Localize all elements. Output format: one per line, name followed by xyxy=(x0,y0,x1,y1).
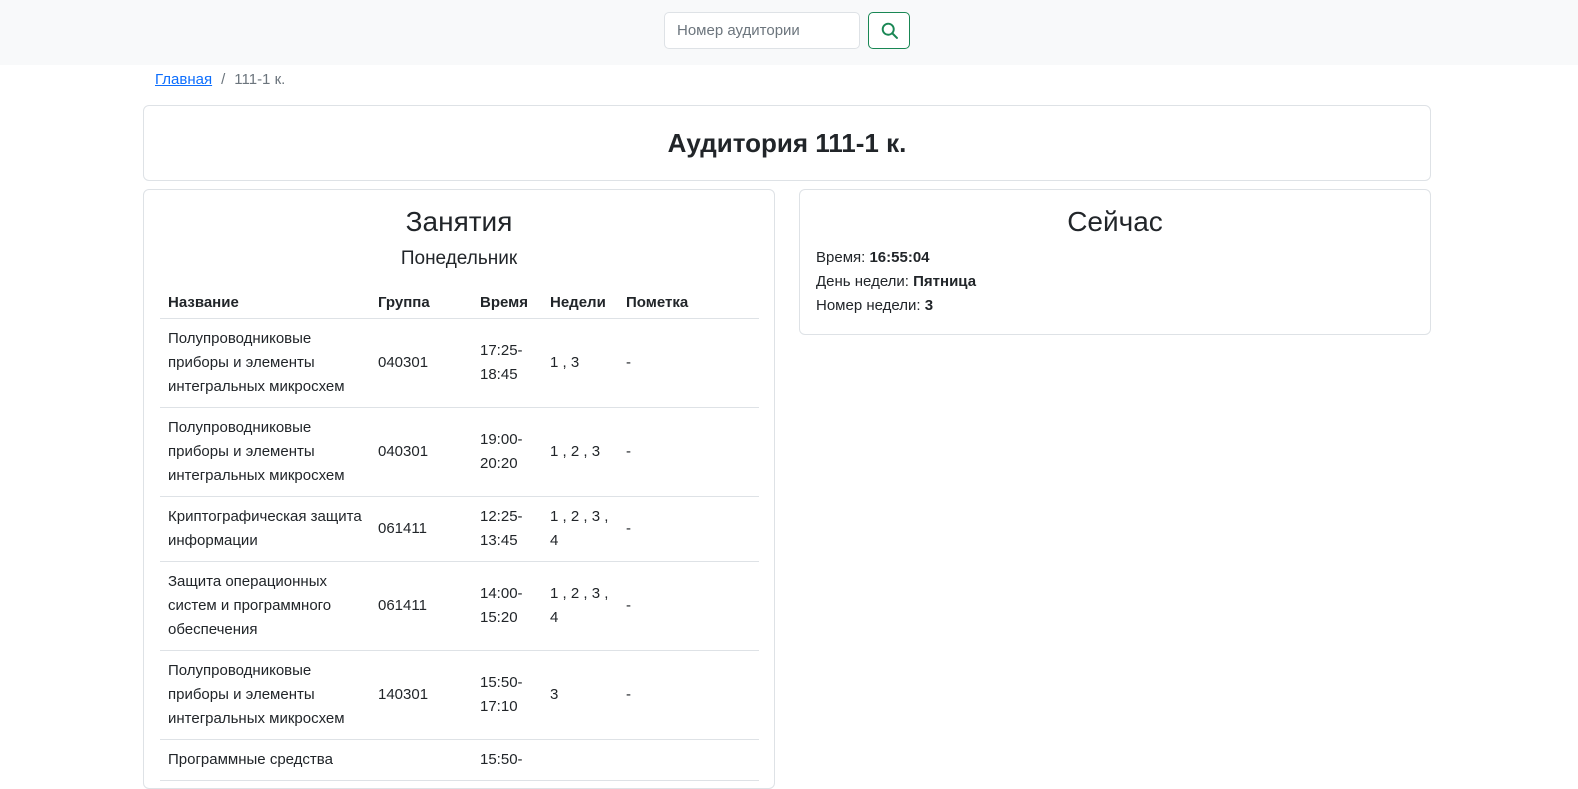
lesson-time: 19:00-20:20 xyxy=(472,407,542,497)
lesson-name: Полупроводниковые приборы и элементы инт… xyxy=(160,318,370,408)
column-header-note: Пометка xyxy=(618,286,759,319)
day-heading: Понедельник xyxy=(400,248,518,269)
top-navbar xyxy=(0,0,1578,65)
lessons-heading: Занятия xyxy=(405,206,513,237)
lesson-weeks: 1 , 2 , 3 xyxy=(542,407,618,497)
lesson-name: Полупроводниковые приборы и элементы инт… xyxy=(160,407,370,497)
lessons-card: Занятия Понедельник Название Группа Врем… xyxy=(143,189,775,789)
lesson-name: Криптографическая защита информации xyxy=(160,496,370,562)
lesson-time: 12:25-13:45 xyxy=(472,496,542,562)
column-header-time: Время xyxy=(472,286,542,319)
lesson-name: Защита операционных систем и программног… xyxy=(160,561,370,651)
current-week-line: Номер недели: 3 xyxy=(816,297,933,314)
breadcrumb-separator: / xyxy=(221,70,226,88)
lesson-note: - xyxy=(618,650,759,740)
current-time-line: Время: 16:55:04 xyxy=(816,249,930,266)
lesson-group: 061411 xyxy=(370,561,472,651)
search-button[interactable] xyxy=(868,12,910,49)
table-row: Криптографическая защита информации 0614… xyxy=(160,496,759,562)
column-header-weeks: Недели xyxy=(542,286,618,319)
current-week-label: Номер недели: xyxy=(816,297,921,314)
current-weekday-line: День недели: Пятница xyxy=(816,273,976,290)
lesson-weeks: 1 , 3 xyxy=(542,318,618,408)
lesson-name: Полупроводниковые приборы и элементы инт… xyxy=(160,650,370,740)
current-weekday-value: Пятница xyxy=(913,273,977,290)
lesson-group xyxy=(370,739,472,781)
lesson-name: Программные средства xyxy=(160,739,370,781)
page-title: Аудитория 111-1 к. xyxy=(667,127,907,158)
lesson-group: 040301 xyxy=(370,407,472,497)
title-card: Аудитория 111-1 к. xyxy=(143,105,1431,181)
lesson-note xyxy=(618,739,759,781)
lesson-note: - xyxy=(618,496,759,562)
table-row: Полупроводниковые приборы и элементы инт… xyxy=(160,407,759,497)
table-row: Защита операционных систем и программног… xyxy=(160,561,759,651)
lesson-weeks: 3 xyxy=(542,650,618,740)
current-week-value: 3 xyxy=(924,297,934,314)
column-header-group: Группа xyxy=(370,286,472,319)
table-header-row: Название Группа Время Недели Пометка xyxy=(160,286,759,319)
lesson-time: 17:25-18:45 xyxy=(472,318,542,408)
lesson-time: 14:00-15:20 xyxy=(472,561,542,651)
table-row: Полупроводниковые приборы и элементы инт… xyxy=(160,650,759,740)
table-row: Программные средства 15:50- xyxy=(160,739,759,781)
breadcrumb-current: 111-1 к. xyxy=(234,70,286,88)
breadcrumb-home-link[interactable]: Главная xyxy=(155,71,212,88)
search-icon xyxy=(881,22,898,39)
now-card: Сейчас Время: 16:55:04 День недели: Пятн… xyxy=(799,189,1431,335)
lesson-weeks: 1 , 2 , 3 , 4 xyxy=(542,496,618,562)
lesson-group: 061411 xyxy=(370,496,472,562)
column-header-name: Название xyxy=(160,286,370,319)
now-heading: Сейчас xyxy=(1067,206,1163,237)
lesson-group: 040301 xyxy=(370,318,472,408)
search-input[interactable] xyxy=(664,12,860,49)
lesson-note: - xyxy=(618,407,759,497)
lesson-time: 15:50- xyxy=(472,739,542,781)
lesson-weeks: 1 , 2 , 3 , 4 xyxy=(542,561,618,651)
lessons-table: Название Группа Время Недели Пометка Пол… xyxy=(160,286,759,781)
current-weekday-label: День недели: xyxy=(816,273,909,290)
lesson-group: 140301 xyxy=(370,650,472,740)
lesson-note: - xyxy=(618,318,759,408)
current-time-label: Время: xyxy=(816,249,866,266)
breadcrumb: Главная / 111-1 к. xyxy=(155,68,285,90)
lesson-weeks xyxy=(542,739,618,781)
lesson-time: 15:50-17:10 xyxy=(472,650,542,740)
table-row: Полупроводниковые приборы и элементы инт… xyxy=(160,318,759,408)
current-time-value: 16:55:04 xyxy=(869,249,930,266)
lesson-note: - xyxy=(618,561,759,651)
